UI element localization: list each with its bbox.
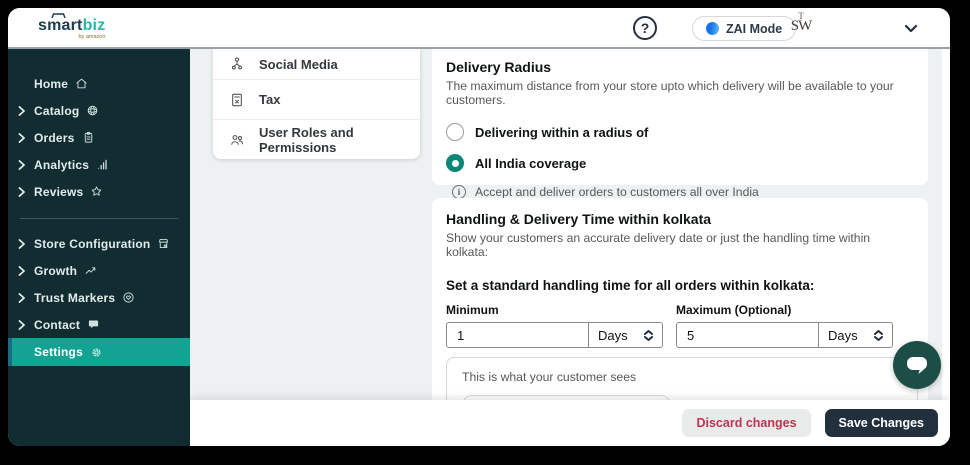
logo-text: smartbiz [38,17,106,34]
sidebar-item-growth[interactable]: Growth [8,257,190,284]
chat-bubble-icon [87,318,100,331]
radio-option-radius[interactable]: Delivering within a radius of [446,123,914,141]
trend-up-icon [84,264,97,277]
zai-mode-toggle[interactable]: ZAI Mode [692,16,797,41]
chevron-right-icon [18,319,27,330]
sidebar-item-reviews[interactable]: Reviews [8,178,190,205]
account-logo[interactable]: T SW [786,12,816,34]
sidebar-item-settings[interactable]: Settings [8,338,190,366]
minimum-label: Minimum [446,303,499,317]
top-header: smartbiz by amazon ? ZAI Mode T SW [8,8,950,49]
zai-mode-dot-icon [706,22,719,35]
help-icon[interactable]: ? [633,16,657,40]
stepper-chevrons-icon[interactable] [644,329,653,341]
delivery-radius-description: The maximum distance from your store upt… [446,79,894,107]
info-icon: i [452,185,466,199]
account-chevron-down-icon[interactable] [904,20,918,38]
delivery-radius-card: Delivery Radius The maximum distance fro… [432,49,928,199]
gear-icon [90,346,103,359]
chevron-right-icon [18,265,27,276]
calculator-icon [229,92,245,108]
sidebar-item-home[interactable]: Home [8,70,190,97]
app-window: smartbiz by amazon ? ZAI Mode T SW Home … [8,8,950,446]
menu-item-tax[interactable]: Tax [213,79,420,119]
preview-caption: This is what your customer sees [462,370,637,384]
handling-delivery-card: Handling & Delivery Time within kolkata … [432,198,928,408]
minimum-days-control: Days [446,322,663,348]
delivery-radius-title: Delivery Radius [446,59,552,75]
sidebar-nav: Home Catalog Orders Analytics Reviews St… [8,49,190,446]
users-icon [229,132,245,148]
chevron-right-icon [18,238,27,249]
home-icon [75,77,88,90]
bar-chart-icon [96,158,109,171]
action-bar: Discard changes Save Changes [190,400,950,446]
sidebar-item-catalog[interactable]: Catalog [8,97,190,124]
maximum-days-control: Days [676,322,893,348]
chevron-right-icon [18,159,27,170]
sidebar-item-trust-markers[interactable]: Trust Markers [8,284,190,311]
chevron-right-icon [18,186,27,197]
sidebar-item-orders[interactable]: Orders [8,124,190,151]
sidebar-item-contact[interactable]: Contact [8,311,190,338]
stepper-chevrons-icon[interactable] [874,329,883,341]
storefront-icon [157,237,170,250]
minimum-unit-select[interactable]: Days [588,323,662,347]
globe-icon [86,104,99,117]
all-india-info: i Accept and deliver orders to customers… [452,185,914,199]
share-network-icon [229,56,245,72]
discard-changes-button[interactable]: Discard changes [682,409,811,437]
clipboard-icon [82,131,95,144]
save-changes-button[interactable]: Save Changes [824,409,938,437]
settings-submenu: Social Media Tax User Roles and Permissi… [213,49,420,159]
zai-mode-label: ZAI Mode [726,21,783,36]
chevron-right-icon [18,132,27,143]
maximum-unit-select[interactable]: Days [818,323,892,347]
sidebar-item-analytics[interactable]: Analytics [8,151,190,178]
maximum-label: Maximum (Optional) [676,303,792,317]
star-icon [90,185,103,198]
chevron-right-icon [18,105,27,116]
menu-item-user-roles[interactable]: User Roles and Permissions [213,119,420,159]
radio-unchecked-icon[interactable] [446,123,464,141]
minimum-input[interactable] [447,323,588,347]
handling-title: Handling & Delivery Time within kolkata [446,211,712,227]
chevron-right-icon [18,292,27,303]
maximum-input[interactable] [677,323,818,347]
radio-option-all-india[interactable]: All India coverage [446,154,914,172]
chat-fab-button[interactable] [893,341,941,389]
menu-item-social-media[interactable]: Social Media [213,49,420,79]
handling-set-line: Set a standard handling time for all ord… [446,278,815,293]
smartbiz-logo[interactable]: smartbiz by amazon [38,13,105,41]
chat-bubble-icon [907,357,927,374]
sidebar-item-store-configuration[interactable]: Store Configuration [8,230,190,257]
heart-badge-icon [122,291,135,304]
radio-checked-icon[interactable] [446,154,464,172]
handling-description: Show your customers an accurate delivery… [446,231,871,259]
logo-byline: by amazon [78,34,106,40]
sidebar-divider [20,218,178,219]
